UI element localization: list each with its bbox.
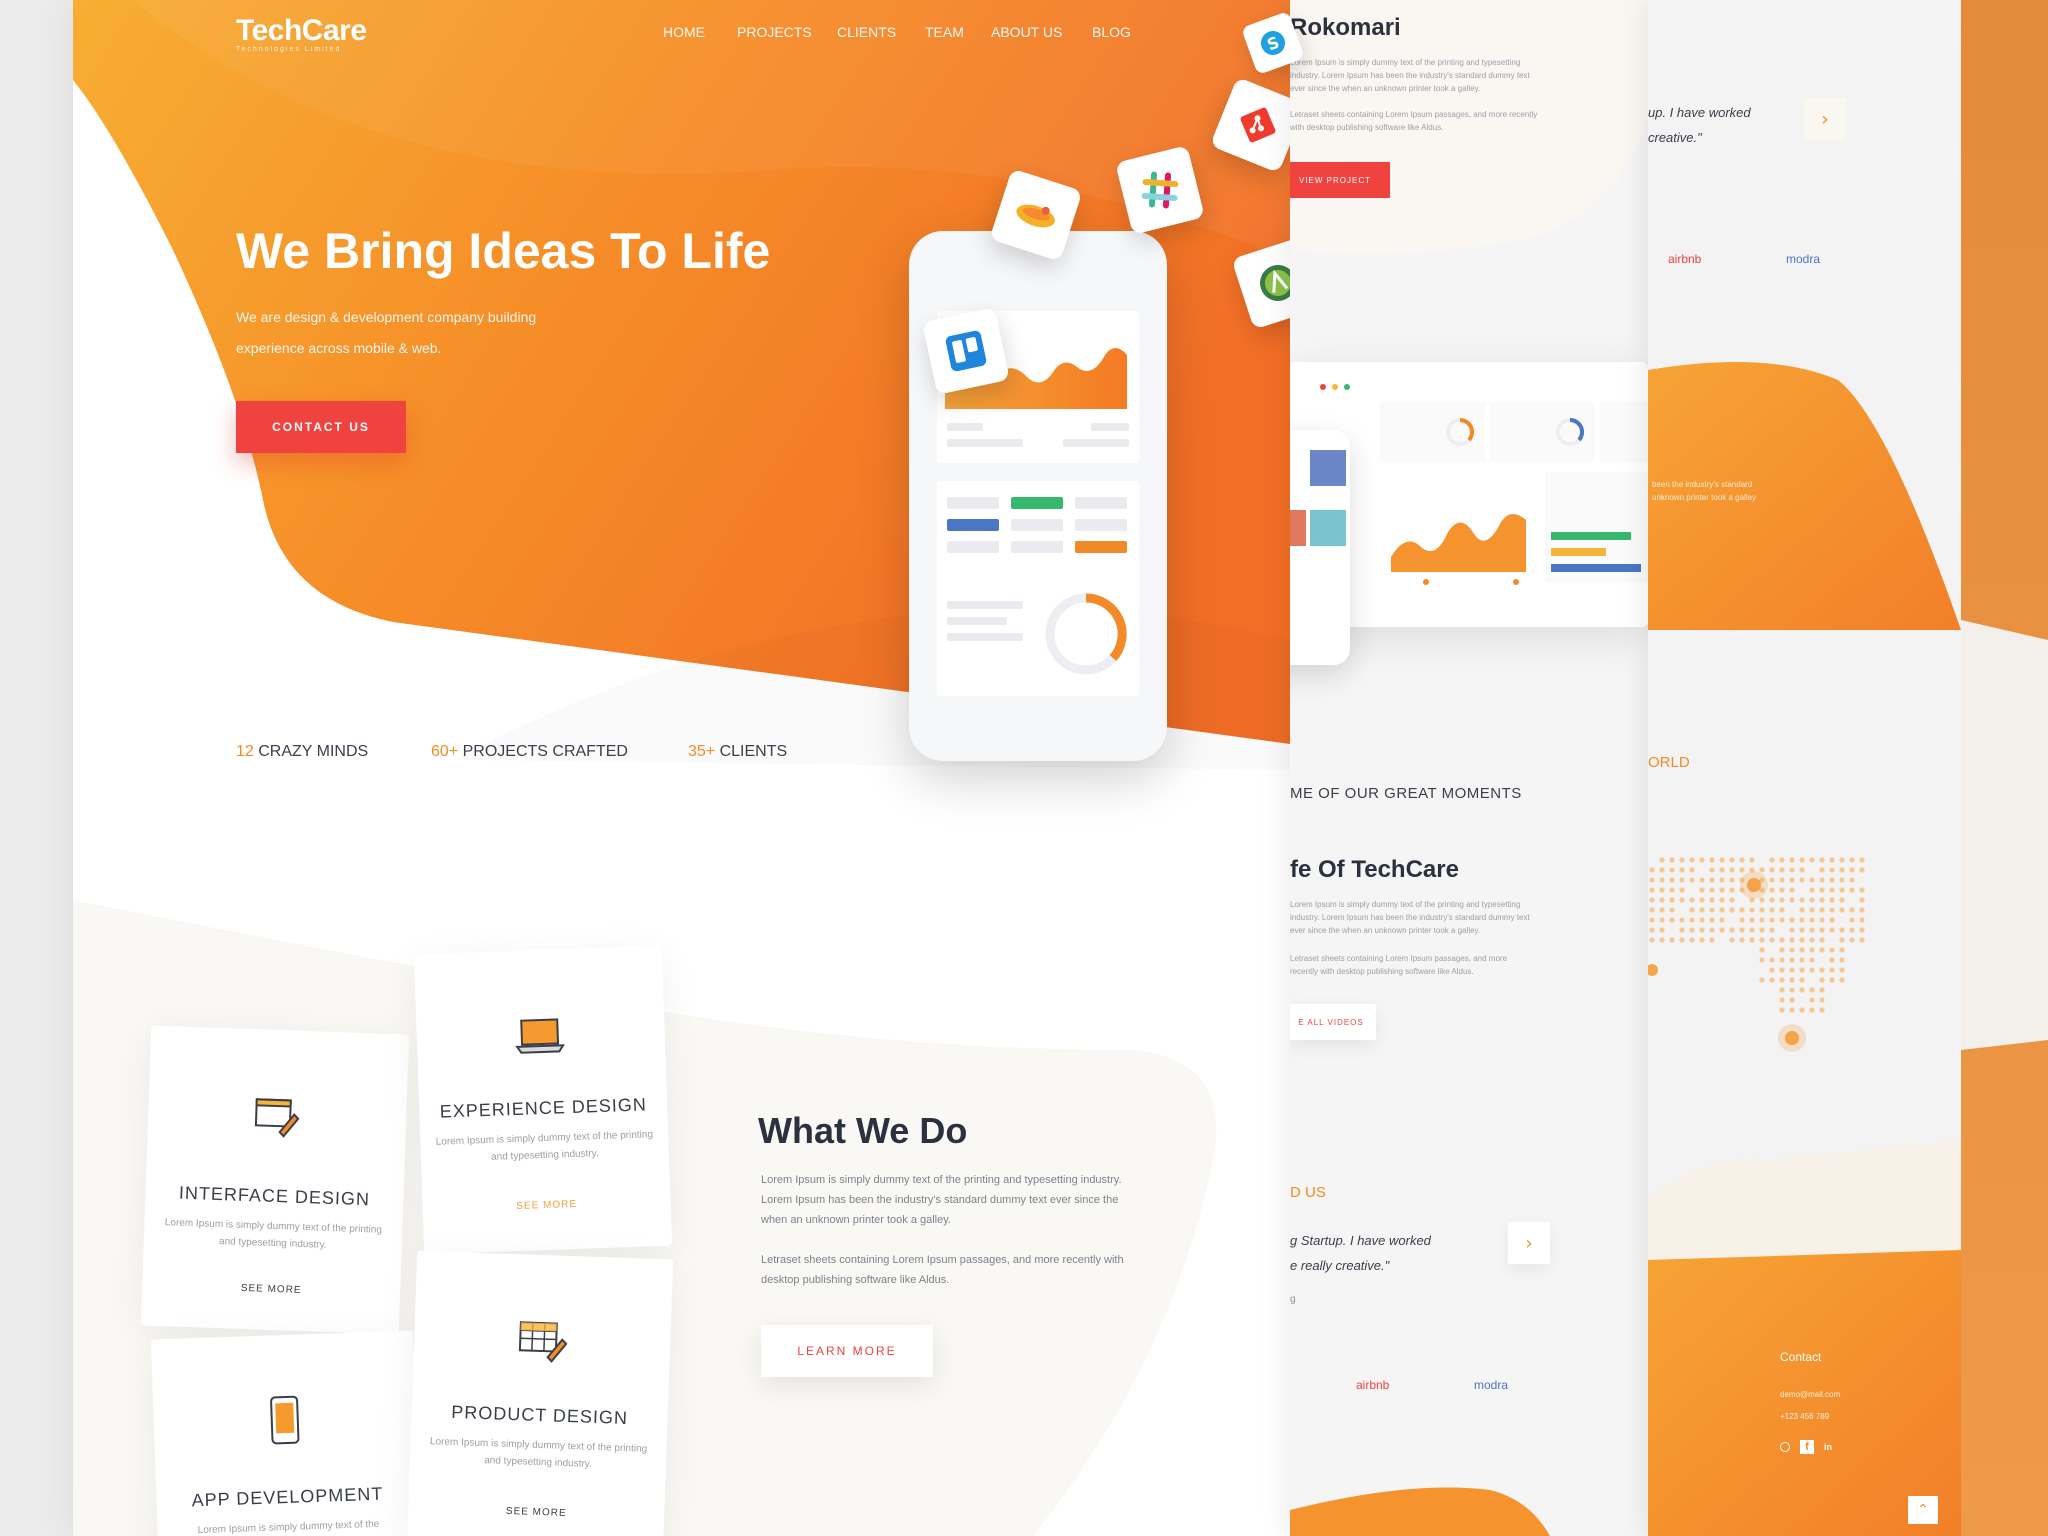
- testimonial-name: g: [1290, 1294, 1296, 1305]
- what-we-do-title: What We Do: [758, 1110, 968, 1151]
- trello-icon: [922, 307, 1010, 395]
- footer-social-icons: f in: [1780, 1440, 1832, 1454]
- hero-subtitle-line2: experience across mobile & web.: [236, 340, 442, 356]
- world-map-dots: [1648, 857, 1865, 1052]
- edge-panel: [1961, 0, 2048, 1536]
- testimonial-quote-line2: e really creative.": [1290, 1258, 1390, 1273]
- see-all-videos-button[interactable]: E ALL VIDEOS: [1290, 1004, 1376, 1040]
- view-project-button[interactable]: VIEW PROJECT: [1290, 162, 1390, 198]
- life-paragraph-1: Lorem Ipsum is simply dummy text of the …: [1290, 900, 1530, 935]
- orange-section-text-line2: unknown printer took a galley: [1652, 493, 1757, 502]
- instagram-icon[interactable]: [1780, 1442, 1790, 1452]
- what-we-do-paragraph-2: Letraset sheets containing Lorem Ipsum p…: [761, 1254, 1124, 1286]
- contact-us-button[interactable]: CONTACT US: [236, 401, 406, 453]
- project-paragraph-2: Letraset sheets containing Lorem Ipsum p…: [1290, 110, 1538, 132]
- testimonial-quote-2: up. I have worked creative.": [1648, 100, 1751, 150]
- project-title: Rokomari: [1290, 14, 1401, 41]
- landing-page: TechCare Technologies Limited HOME PROJE…: [73, 0, 1290, 1536]
- service-text: Lorem Ipsum is simply dummy text of the …: [164, 1217, 383, 1251]
- stat-number: 12: [236, 743, 254, 760]
- stat-projects-crafted: 60+ PROJECTS CRAFTED: [431, 743, 628, 761]
- hero-subtitle: We are design & development company buil…: [236, 302, 616, 364]
- service-title: EXPERIENCE DESIGN: [439, 1094, 648, 1122]
- service-text: Lorem Ipsum is simply dummy text of the: [197, 1518, 380, 1536]
- see-more-link[interactable]: SEE MORE: [423, 1196, 671, 1216]
- service-text: Lorem Ipsum is simply dummy text of the …: [435, 1129, 654, 1163]
- service-card-interface-design[interactable]: INTERFACE DESIGN Lorem Ipsum is simply d…: [140, 1025, 410, 1335]
- service-card-app-development[interactable]: APP DEVELOPMENT Lorem Ipsum is simply du…: [150, 1330, 422, 1536]
- orange-section-text: been the industry's standard unknown pri…: [1652, 478, 1756, 504]
- see-more-link[interactable]: SEE MORE: [408, 1502, 664, 1522]
- about-page-panel: up. I have worked creative." › airbnb mo…: [1648, 0, 1961, 1536]
- facebook-icon[interactable]: f: [1800, 1440, 1814, 1454]
- client-logo-modra: modra: [1474, 1378, 1509, 1392]
- project-page-panel: Rokomari Lorem Ipsum is simply dummy tex…: [1290, 0, 1648, 1536]
- stat-crazy-minds: 12 CRAZY MINDS: [236, 743, 368, 761]
- service-title: PRODUCT DESIGN: [451, 1401, 629, 1429]
- mobile-phone-icon: [270, 1395, 300, 1445]
- footer-contact-email[interactable]: demo@mail.com: [1780, 1390, 1840, 1399]
- service-card-product-design[interactable]: PRODUCT DESIGN Lorem Ipsum is simply dum…: [406, 1250, 674, 1536]
- nav-home[interactable]: HOME: [663, 24, 705, 40]
- client-logo-airbnb: airbnb: [1356, 1378, 1390, 1392]
- project-paragraph-1: Lorem Ipsum is simply dummy text of the …: [1290, 58, 1530, 93]
- stat-label: CRAZY MINDS: [258, 743, 369, 760]
- testimonial-next-button-2[interactable]: ›: [1804, 98, 1846, 140]
- testimonial-quote-2-line1: up. I have worked: [1648, 105, 1751, 120]
- scroll-to-top-button[interactable]: ⌃: [1908, 1496, 1938, 1524]
- browser-pencil-icon: [254, 1098, 300, 1138]
- stat-number: 60+: [431, 743, 459, 760]
- hero-title: We Bring Ideas To Life: [236, 223, 771, 279]
- brand-tagline: Technologies Limited: [236, 46, 342, 53]
- life-paragraph-2: Letraset sheets containing Lorem Ipsum p…: [1290, 954, 1508, 976]
- brand-name: TechCare: [236, 14, 367, 47]
- orange-section-text-line1: been the industry's standard: [1652, 480, 1753, 489]
- nav-clients[interactable]: CLIENTS: [837, 24, 896, 40]
- moments-label: ME OF OUR GREAT MOMENTS: [1290, 785, 1522, 802]
- donut-chart-graphic: [1045, 593, 1127, 675]
- service-title: INTERFACE DESIGN: [178, 1182, 371, 1210]
- footer-orange-shape: [1290, 1487, 1550, 1536]
- edge-panel-background: [1961, 0, 2048, 1536]
- stat-label: PROJECTS CRAFTED: [462, 743, 628, 760]
- testimonial-quote: g Startup. I have worked e really creati…: [1290, 1228, 1431, 1278]
- brand-logo[interactable]: TechCare Technologies Limited: [236, 14, 367, 53]
- learn-more-button[interactable]: LEARN MORE: [761, 1325, 933, 1377]
- mockup-stage: TechCare Technologies Limited HOME PROJE…: [0, 0, 2048, 1536]
- world-label: ORLD: [1648, 754, 1690, 771]
- footer-contact-label: Contact: [1780, 1350, 1822, 1364]
- dashboard-area-chart: [1391, 513, 1526, 585]
- about-us-label: D US: [1290, 1184, 1326, 1201]
- stat-label: CLIENTS: [719, 743, 788, 760]
- hero-subtitle-line1: We are design & development company buil…: [236, 309, 537, 325]
- client-logo-airbnb-2: airbnb: [1668, 252, 1702, 266]
- testimonial-next-button[interactable]: ›: [1508, 1222, 1550, 1264]
- footer-background: [1648, 1140, 1961, 1536]
- stat-number: 35+: [688, 743, 716, 760]
- service-text: Lorem Ipsum is simply dummy text of the …: [429, 1436, 648, 1470]
- service-card-experience-design[interactable]: EXPERIENCE DESIGN Lorem Ipsum is simply …: [413, 945, 673, 1255]
- life-title: fe Of TechCare: [1290, 856, 1459, 883]
- testimonial-quote-2-line2: creative.": [1648, 130, 1702, 145]
- stat-clients: 35+ CLIENTS: [688, 743, 787, 761]
- phone-mockup: [909, 231, 1167, 761]
- nav-blog[interactable]: BLOG: [1092, 24, 1131, 40]
- what-we-do-paragraph-1: Lorem Ipsum is simply dummy text of the …: [761, 1174, 1122, 1226]
- laptop-icon: [515, 1018, 565, 1054]
- service-title: APP DEVELOPMENT: [191, 1483, 384, 1511]
- linkedin-icon[interactable]: in: [1824, 1442, 1832, 1452]
- mobile-mockup: [1290, 430, 1350, 665]
- nav-team[interactable]: TEAM: [925, 24, 964, 40]
- nav-projects[interactable]: PROJECTS: [737, 24, 812, 40]
- nav-about[interactable]: ABOUT US: [991, 24, 1062, 40]
- testimonial-quote-line1: g Startup. I have worked: [1290, 1233, 1431, 1248]
- phone-table-card: [937, 481, 1139, 696]
- see-more-link[interactable]: SEE MORE: [142, 1279, 400, 1299]
- footer-contact-phone: +123 456 789: [1780, 1412, 1830, 1421]
- grid-pencil-icon: [518, 1321, 568, 1363]
- client-logo-modra-2: modra: [1786, 252, 1821, 266]
